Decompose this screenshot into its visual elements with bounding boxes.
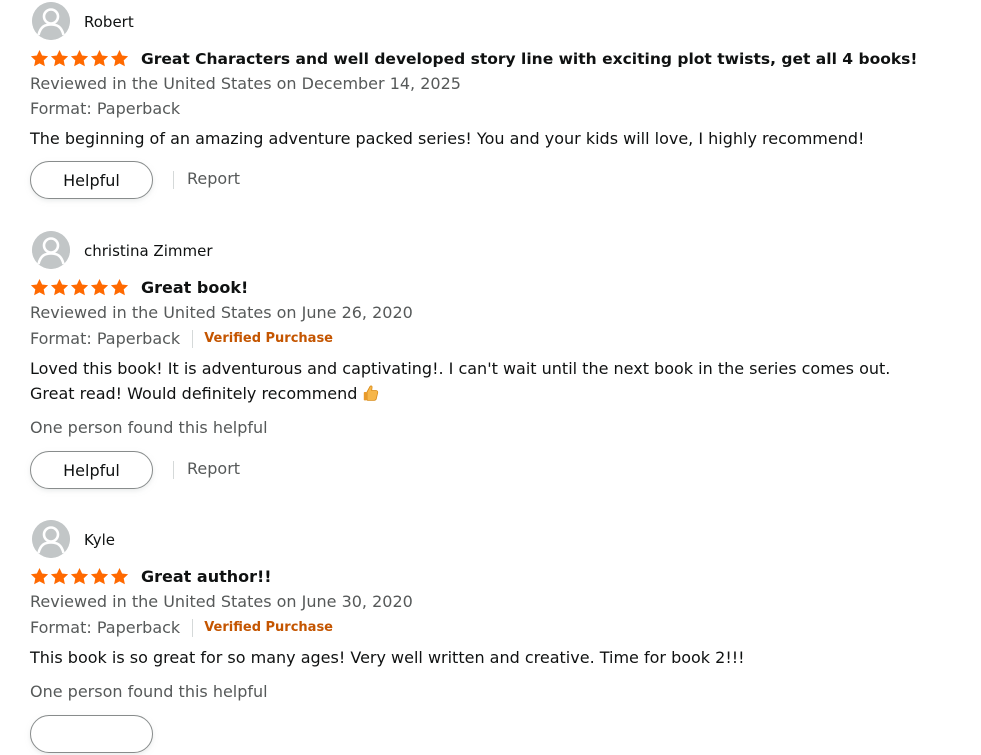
helpful-count: One person found this helpful <box>30 682 268 701</box>
star-icon <box>50 278 69 298</box>
reviewer-name[interactable]: christina Zimmer <box>84 241 212 261</box>
review-format-row: Format: Paperback Verified Purchase <box>30 617 333 639</box>
star-icon <box>90 278 109 298</box>
review-body-line-wrap: Great read! Would definitely recommend <box>30 381 930 406</box>
review-title[interactable]: Great book! <box>141 277 248 299</box>
review-body-line: The beginning of an amazing adventure pa… <box>30 129 865 148</box>
review-format[interactable]: Format: Paperback <box>30 98 180 120</box>
review: Robert Great Characters and well develop… <box>30 2 950 199</box>
review-title[interactable]: Great Characters and well developed stor… <box>141 48 917 70</box>
review: christina Zimmer Great book! Reviewed in… <box>30 231 950 489</box>
review-body: Loved this book! It is adventurous and c… <box>30 356 930 406</box>
review-title[interactable]: Great author!! <box>141 566 272 588</box>
star-rating[interactable] <box>30 567 129 587</box>
divider <box>173 171 174 189</box>
review-format[interactable]: Format: Paperback <box>30 328 180 350</box>
helpful-button[interactable] <box>30 715 153 753</box>
default-avatar-icon <box>32 520 70 558</box>
review-body-line: Loved this book! It is adventurous and c… <box>30 359 891 378</box>
star-icon <box>110 567 129 587</box>
helpful-button[interactable]: Helpful <box>30 161 153 199</box>
verified-purchase-badge: Verified Purchase <box>204 620 334 635</box>
review-body: The beginning of an amazing adventure pa… <box>30 126 930 151</box>
star-icon <box>30 49 49 69</box>
reviewer-profile[interactable]: Kyle <box>30 520 950 560</box>
review-body-line: This book is so great for so many ages! … <box>30 648 745 667</box>
star-icon <box>110 49 129 69</box>
review-format-row: Format: Paperback Verified Purchase <box>30 328 333 350</box>
avatar <box>32 2 70 40</box>
review-date: Reviewed in the United States on June 30… <box>30 592 413 611</box>
thumbs-up-icon <box>363 384 379 402</box>
star-icon <box>70 567 89 587</box>
report-link[interactable]: Report <box>187 458 240 480</box>
avatar <box>32 520 70 558</box>
review-date: Reviewed in the United States on June 26… <box>30 303 413 322</box>
verified-purchase-badge: Verified Purchase <box>204 331 334 346</box>
review: Kyle Great author!! Reviewed in the Unit… <box>30 520 950 753</box>
helpful-count: One person found this helpful <box>30 418 268 437</box>
avatar <box>32 231 70 269</box>
star-icon <box>30 567 49 587</box>
divider <box>192 619 194 637</box>
star-icon <box>50 567 69 587</box>
review-date: Reviewed in the United States on Decembe… <box>30 74 461 93</box>
helpful-button[interactable]: Helpful <box>30 451 153 489</box>
star-rating[interactable] <box>30 49 129 69</box>
default-avatar-icon <box>32 231 70 269</box>
report-link[interactable]: Report <box>187 168 240 190</box>
star-icon <box>90 567 109 587</box>
reviewer-profile[interactable]: christina Zimmer <box>30 231 950 271</box>
review-body-line: Great read! Would definitely recommend <box>30 384 358 403</box>
star-icon <box>30 278 49 298</box>
star-icon <box>90 49 109 69</box>
review-body: This book is so great for so many ages! … <box>30 645 930 670</box>
default-avatar-icon <box>32 2 70 40</box>
star-icon <box>110 278 129 298</box>
star-icon <box>70 49 89 69</box>
divider <box>173 461 174 479</box>
reviewer-profile[interactable]: Robert <box>30 2 950 42</box>
reviewer-name[interactable]: Robert <box>84 12 134 32</box>
review-format-row: Format: Paperback <box>30 98 180 120</box>
star-rating[interactable] <box>30 278 129 298</box>
review-format[interactable]: Format: Paperback <box>30 617 180 639</box>
divider <box>192 330 194 348</box>
star-icon <box>70 278 89 298</box>
star-icon <box>50 49 69 69</box>
reviewer-name[interactable]: Kyle <box>84 530 115 550</box>
